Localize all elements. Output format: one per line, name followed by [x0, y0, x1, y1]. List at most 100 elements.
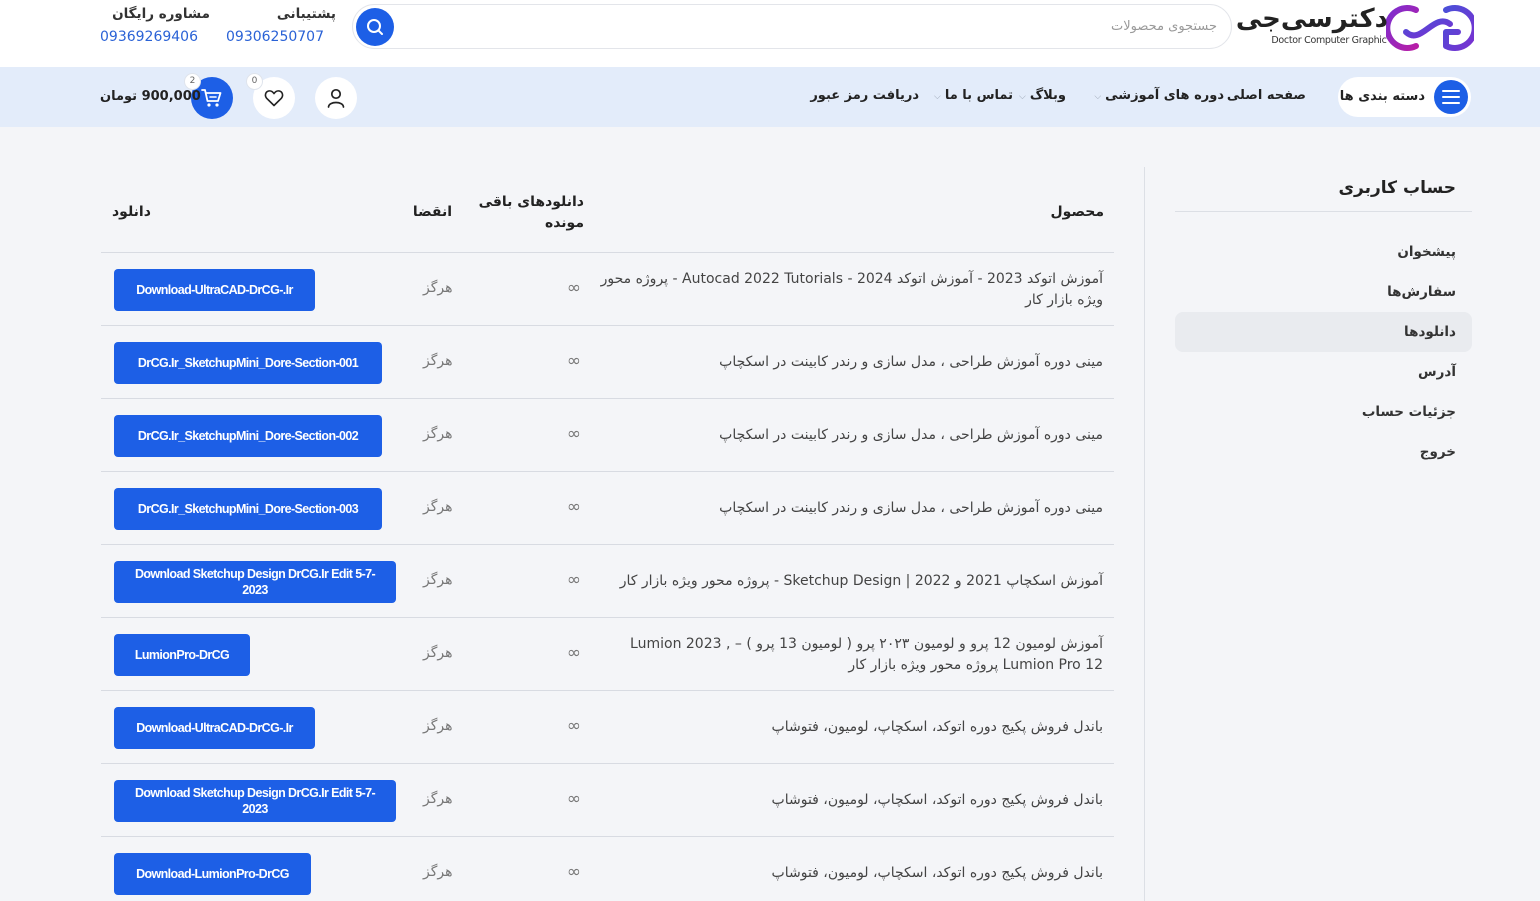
logo-tagline: Doctor Computer Graphic	[1271, 35, 1387, 46]
search-icon	[367, 19, 383, 35]
download-button[interactable]: Download Sketchup Design DrCG.Ir Edit 5-…	[114, 780, 396, 822]
table-row: مینی دوره آموزش طراحی ، مدل سازی و رندر …	[101, 472, 1114, 545]
product-name[interactable]: آموزش اتوکد 2023 - آموزش اتوکد 2024 - Au…	[598, 253, 1103, 326]
sidebar-item-dashboard[interactable]: پیشخوان	[1175, 232, 1472, 272]
product-name-text: باندل فروش پکیج دوره اتوکد، اسکچاپ، لومی…	[771, 865, 1103, 881]
nav-courses-label: دوره های آموزشی	[1105, 88, 1224, 103]
account-sidebar: حساب کاربری پیشخوان سفارش‌ها دانلودها آد…	[1175, 167, 1472, 472]
remaining-downloads: ∞	[566, 862, 582, 882]
consult-phone[interactable]: 09369269406	[100, 29, 210, 45]
consult-contact: مشاوره رایگان 09369269406	[100, 6, 210, 45]
support-phone[interactable]: 09306250707	[226, 29, 336, 45]
remaining-downloads: ∞	[566, 497, 582, 517]
expiry-value: هرگز	[423, 353, 453, 369]
nav-contact-label: تماس با ما	[944, 88, 1013, 103]
site-logo[interactable]: دکترسی‌جی Doctor Computer Graphic	[1236, 2, 1474, 54]
account-title: حساب کاربری	[1175, 167, 1472, 212]
remaining-downloads: ∞	[566, 643, 582, 663]
nav-contact[interactable]: تماس با ما⌵	[934, 67, 1013, 127]
product-name[interactable]: آموزش اسکچاپ 2021 و 2022 | Sketchup Desi…	[598, 545, 1103, 618]
search-input[interactable]	[437, 5, 1217, 48]
table-row: آموزش اسکچاپ 2021 و 2022 | Sketchup Desi…	[101, 545, 1114, 618]
downloads-table: محصول دانلودهای باقی مونده انقضا دانلود …	[101, 180, 1114, 901]
sidebar-item-address[interactable]: آدرس	[1175, 352, 1472, 392]
product-name-text: مینی دوره آموزش طراحی ، مدل سازی و رندر …	[719, 500, 1103, 516]
product-name[interactable]: باندل فروش پکیج دوره اتوکد، اسکچاپ، لومی…	[598, 691, 1103, 764]
menu-toggle	[1434, 80, 1468, 114]
product-name-text: مینی دوره آموزش طراحی ، مدل سازی و رندر …	[719, 427, 1103, 443]
nav-get-password[interactable]: دریافت رمز عبور	[810, 67, 919, 127]
sidebar-divider	[1144, 167, 1145, 901]
table-row: باندل فروش پکیج دوره اتوکد، اسکچاپ، لومی…	[101, 691, 1114, 764]
sidebar-item-orders[interactable]: سفارش‌ها	[1175, 272, 1472, 312]
download-button[interactable]: Download-LumionPro-DrCG	[114, 853, 311, 895]
table-row: باندل فروش پکیج دوره اتوکد، اسکچاپ، لومی…	[101, 837, 1114, 901]
product-name[interactable]: باندل فروش پکیج دوره اتوکد، اسکچاپ، لومی…	[598, 837, 1103, 901]
remaining-downloads: ∞	[566, 424, 582, 444]
expiry-value: هرگز	[423, 572, 453, 588]
cart-total: 900,000 تومان	[100, 89, 201, 104]
product-name[interactable]: مینی دوره آموزش طراحی ، مدل سازی و رندر …	[598, 472, 1103, 545]
table-row: آموزش لومیون 12 پرو و لومیون ۲۰۲۳ پرو ( …	[101, 618, 1114, 691]
header-product: محصول	[1050, 204, 1104, 220]
account-button[interactable]	[315, 77, 357, 119]
expiry-value: هرگز	[423, 426, 453, 442]
hamburger-icon	[1442, 90, 1460, 104]
categories-label: دسته بندی ها	[1339, 89, 1425, 104]
download-button[interactable]: Download Sketchup Design DrCG.Ir Edit 5-…	[114, 561, 396, 603]
expiry-value: هرگز	[423, 645, 453, 661]
nav-home-label: صفحه اصلی	[1226, 88, 1306, 103]
nav-blog[interactable]: وبلاگ⌵	[1019, 67, 1066, 127]
table-row: مینی دوره آموزش طراحی ، مدل سازی و رندر …	[101, 326, 1114, 399]
remaining-downloads: ∞	[566, 278, 582, 298]
download-button[interactable]: Download-UltraCAD-DrCG-.Ir	[114, 269, 315, 311]
product-name-text: باندل فروش پکیج دوره اتوکد، اسکچاپ، لومی…	[771, 792, 1103, 808]
remaining-downloads: ∞	[566, 789, 582, 809]
header-expiry: انقضا	[412, 204, 452, 220]
search-bar	[352, 4, 1232, 49]
download-button[interactable]: LumionPro-DrCG	[114, 634, 250, 676]
support-label: پشتیبانی	[276, 6, 336, 22]
product-name[interactable]: باندل فروش پکیج دوره اتوکد، اسکچاپ، لومی…	[598, 764, 1103, 837]
header-remaining: دانلودهای باقی مونده	[478, 194, 584, 231]
wishlist-button[interactable]: 0	[247, 74, 295, 119]
main-nav: دسته بندی ها صفحه اصلی دوره های آموزشی⌵ …	[0, 67, 1540, 127]
product-name-text: آموزش اسکچاپ 2021 و 2022 | Sketchup Desi…	[619, 573, 1103, 589]
heart-icon	[264, 90, 284, 107]
nav-blog-label: وبلاگ	[1029, 88, 1066, 103]
dcg-logo-icon	[1386, 5, 1474, 51]
expiry-value: هرگز	[423, 499, 453, 515]
chevron-down-icon: ⌵	[934, 92, 941, 102]
download-button[interactable]: Download-UltraCAD-DrCG-.Ir	[114, 707, 315, 749]
top-header: دکترسی‌جی Doctor Computer Graphic پشتیبا…	[0, 0, 1540, 67]
remaining-downloads: ∞	[566, 351, 582, 371]
product-name-text: مینی دوره آموزش طراحی ، مدل سازی و رندر …	[719, 354, 1103, 370]
product-name[interactable]: مینی دوره آموزش طراحی ، مدل سازی و رندر …	[598, 399, 1103, 472]
sidebar-item-downloads[interactable]: دانلودها	[1175, 312, 1472, 352]
nav-home[interactable]: صفحه اصلی	[1227, 67, 1306, 127]
product-name[interactable]: آموزش لومیون 12 پرو و لومیون ۲۰۲۳ پرو ( …	[598, 618, 1103, 691]
product-name[interactable]: مینی دوره آموزش طراحی ، مدل سازی و رندر …	[598, 326, 1103, 399]
download-button[interactable]: DrCG.Ir_SketchupMini_Dore-Section-003	[114, 488, 382, 530]
chevron-down-icon: ⌵	[1094, 92, 1102, 102]
support-contact: پشتیبانی 09306250707	[226, 6, 336, 45]
consult-label: مشاوره رایگان	[112, 6, 210, 22]
expiry-value: هرگز	[423, 864, 453, 880]
expiry-value: هرگز	[423, 718, 453, 734]
expiry-value: هرگز	[423, 280, 453, 296]
user-icon	[327, 88, 345, 108]
chevron-down-icon: ⌵	[1019, 92, 1026, 102]
sidebar-item-logout[interactable]: خروج	[1175, 432, 1472, 472]
table-row: باندل فروش پکیج دوره اتوکد، اسکچاپ، لومی…	[101, 764, 1114, 837]
wishlist-count-badge: 0	[247, 74, 262, 89]
nav-get-password-label: دریافت رمز عبور	[810, 88, 919, 103]
search-button[interactable]	[356, 8, 394, 46]
product-name-text: آموزش اتوکد 2023 - آموزش اتوکد 2024 - Au…	[600, 270, 1103, 308]
download-button[interactable]: DrCG.Ir_SketchupMini_Dore-Section-002	[114, 415, 382, 457]
nav-courses[interactable]: دوره های آموزشی⌵	[1094, 67, 1224, 127]
categories-button[interactable]: دسته بندی ها	[1338, 77, 1471, 117]
download-button[interactable]: DrCG.Ir_SketchupMini_Dore-Section-001	[114, 342, 382, 384]
account-menu: پیشخوان سفارش‌ها دانلودها آدرس جزئیات حس…	[1175, 232, 1472, 472]
sidebar-item-account-details[interactable]: جزئیات حساب	[1175, 392, 1472, 432]
cart-icon	[201, 89, 222, 107]
